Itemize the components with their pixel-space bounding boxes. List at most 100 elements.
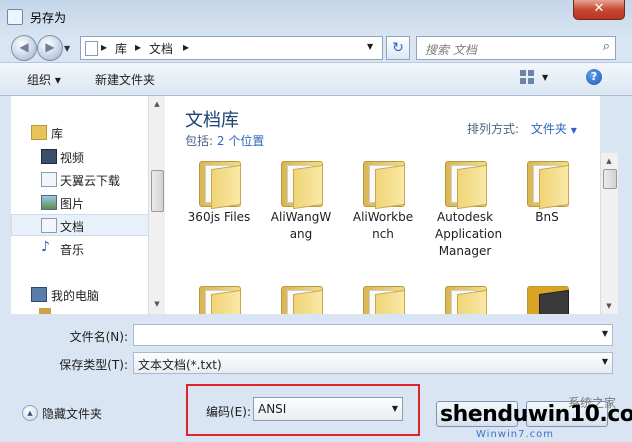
folder-name: BnS [535, 210, 559, 224]
scroll-up-arrow[interactable]: ▲ [601, 153, 617, 169]
folder-name: Autodesk Application Manager [435, 210, 503, 258]
sidebar-item-tianyi-download[interactable]: 天翼云下载 [11, 169, 148, 189]
chevron-down-icon[interactable]: ▼ [392, 404, 398, 413]
scroll-down-arrow[interactable]: ▼ [601, 298, 617, 314]
chevron-down-icon[interactable]: ▼ [602, 357, 608, 366]
arrange-label: 排列方式: [467, 122, 520, 136]
view-options-icon[interactable] [520, 70, 534, 84]
hide-folders-label: 隐藏文件夹 [42, 407, 103, 421]
folder-icon [445, 161, 487, 210]
folder-item[interactable]: AliWangWang [265, 161, 337, 243]
folder-item[interactable] [183, 286, 255, 314]
folder-name: 360js Files [187, 210, 251, 224]
recent-pages-dropdown[interactable]: ▼ [64, 44, 70, 53]
folder-icon [527, 161, 569, 210]
encoding-value: ANSI [258, 402, 287, 416]
includes-label: 包括: [185, 134, 214, 148]
arrange-by: 排列方式: 文件夹 ▼ [467, 120, 577, 137]
includes-link[interactable]: 2 个位置 [217, 134, 264, 148]
folder-item[interactable]: BnS [511, 161, 583, 226]
folder-icon [363, 286, 405, 314]
folder-name: AliWangWang [270, 210, 332, 241]
folder-name: AliWorkbench [352, 210, 414, 241]
sidebar-item-video[interactable]: 视频 [11, 146, 148, 166]
refresh-button[interactable]: ↻ [386, 36, 410, 60]
window-title: 另存为 [30, 11, 67, 25]
breadcrumb-separator: ▸ [183, 40, 190, 54]
sidebar-item-label: 库 [51, 127, 64, 141]
folder-item[interactable] [347, 286, 419, 314]
navigation-pane: 库 视频 天翼云下载 图片 文档 ♪ 音乐 我的电脑 [11, 96, 165, 314]
filetype-label: 保存类型(T): [59, 358, 128, 372]
search-input[interactable]: 搜索 文档 ⌕ [416, 36, 616, 60]
help-icon[interactable]: ? [586, 69, 602, 85]
breadcrumb-documents[interactable]: 文档 [149, 40, 173, 57]
folder-icon [445, 286, 487, 314]
sidebar-item-computer[interactable]: 我的电脑 [11, 284, 148, 304]
scrollbar-thumb[interactable] [603, 169, 617, 189]
library-title: 文档库 [185, 110, 239, 131]
breadcrumb-library[interactable]: 库 [115, 40, 127, 57]
folder-icon [363, 161, 405, 210]
folder-item[interactable]: 360js Files [183, 161, 255, 226]
sidebar-item-library[interactable]: 库 [11, 122, 148, 142]
view-dropdown-arrow[interactable]: ▼ [542, 73, 548, 82]
document-icon [41, 172, 57, 187]
library-includes: 包括: 2 个位置 [185, 132, 264, 149]
folder-icon [199, 161, 241, 210]
scroll-down-arrow[interactable]: ▼ [149, 296, 165, 312]
navigation-bar: ◀ ▶ ▼ ▸ 库 ▸ 文档 ▸ ▼ ↻ 搜索 文档 ⌕ [0, 32, 632, 62]
forward-button[interactable]: ▶ [37, 35, 63, 61]
sidebar-item-pictures[interactable]: 图片 [11, 192, 148, 212]
sidebar-item-documents[interactable]: 文档 [11, 214, 150, 236]
refresh-icon: ↻ [392, 40, 404, 56]
filename-label: 文件名(N): [69, 330, 128, 344]
folder-item[interactable]: Autodesk Application Manager [429, 161, 503, 260]
picture-icon [41, 195, 57, 210]
file-list-scrollbar[interactable]: ▲ ▼ [600, 153, 618, 314]
sidebar-item-label: 文档 [60, 220, 85, 234]
file-list-pane: 文档库 包括: 2 个位置 排列方式: 文件夹 ▼ 360js Files Al… [165, 96, 600, 314]
sidebar-item-label: 天翼云下载 [60, 174, 121, 188]
folder-icon [199, 286, 241, 314]
scrollbar-thumb[interactable] [151, 170, 164, 212]
music-icon: ♪ [41, 239, 50, 255]
sidebar-item-label: 视频 [60, 151, 85, 165]
search-icon[interactable]: ⌕ [603, 39, 610, 54]
organize-button[interactable]: 组织 ▾ [27, 71, 61, 88]
arrange-dropdown[interactable]: 文件夹 [531, 122, 567, 136]
folder-item[interactable]: AliWorkbench [347, 161, 419, 243]
sidebar-item-music[interactable]: ♪ 音乐 [11, 238, 148, 258]
folder-item[interactable] [265, 286, 337, 314]
sidebar-item-label: 图片 [60, 197, 85, 211]
forward-arrow-icon: ▶ [45, 40, 55, 54]
library-icon [31, 125, 47, 140]
folder-item[interactable] [429, 286, 501, 314]
command-bar: 组织 ▾ 新建文件夹 ▼ ? [0, 62, 632, 96]
sidebar-item-label: 我的电脑 [51, 289, 100, 303]
folder-icon [527, 286, 569, 314]
chevron-down-icon[interactable]: ▼ [602, 329, 608, 338]
new-folder-button[interactable]: 新建文件夹 [95, 71, 155, 88]
address-dropdown-arrow[interactable]: ▼ [367, 42, 373, 51]
folder-icon [281, 286, 323, 314]
save-as-dialog: 另存为 ✕ ◀ ▶ ▼ ▸ 库 ▸ 文档 ▸ ▼ ↻ 搜索 文档 ⌕ 组织 ▾ … [0, 0, 632, 442]
folder-item[interactable] [511, 286, 583, 314]
chevron-down-icon[interactable]: ▼ [571, 126, 577, 135]
navigation-scrollbar[interactable]: ▲ ▼ [148, 96, 165, 314]
library-icon [85, 41, 98, 56]
save-form: 文件名(N): ▼ 保存类型(T): 文本文档(*.txt) ▼ ▲ 隐藏文件夹… [0, 316, 632, 442]
notepad-icon [7, 9, 23, 25]
close-button[interactable]: ✕ [573, 0, 625, 20]
chevron-up-icon: ▲ [22, 405, 38, 421]
encoding-label: 编码(E): [206, 405, 251, 419]
folder-icon [281, 161, 323, 210]
scroll-up-arrow[interactable]: ▲ [149, 96, 165, 112]
watermark-sub: Winwin7.com [476, 429, 554, 440]
address-bar[interactable]: ▸ 库 ▸ 文档 ▸ ▼ [80, 36, 383, 60]
filename-input[interactable]: ▼ [133, 324, 613, 346]
video-icon [41, 149, 57, 164]
back-button[interactable]: ◀ [11, 35, 37, 61]
encoding-select[interactable]: ANSI ▼ [253, 397, 403, 421]
filetype-select[interactable]: 文本文档(*.txt) ▼ [133, 352, 613, 374]
